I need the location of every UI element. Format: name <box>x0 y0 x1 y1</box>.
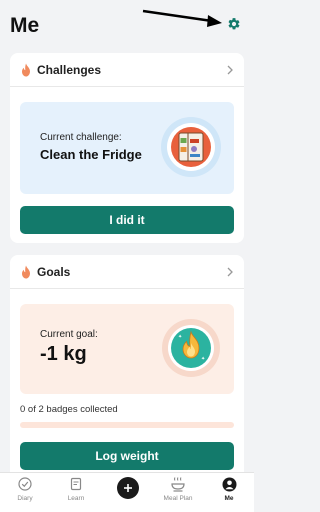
nav-me[interactable]: Me <box>209 476 249 510</box>
goals-header[interactable]: Goals <box>10 255 244 289</box>
nav-learn[interactable]: Learn <box>56 476 96 510</box>
current-challenge-label: Current challenge: <box>40 132 122 143</box>
challenges-title: Challenges <box>37 62 102 77</box>
current-challenge-value: Clean the Fridge <box>40 147 142 162</box>
add-button[interactable] <box>117 477 139 499</box>
nav-label-meal-plan: Meal Plan <box>163 495 193 502</box>
nav-label-diary: Diary <box>17 495 33 502</box>
goals-title: Goals <box>37 264 71 279</box>
settings-button[interactable] <box>224 14 244 34</box>
fridge-icon <box>160 116 222 178</box>
nav-label-learn: Learn <box>67 495 85 502</box>
goals-card: Goals Current goal: -1 kg ✦ ✦ 0 of 2 bad… <box>10 255 244 485</box>
nav-label-me: Me <box>224 495 234 502</box>
diary-check-icon <box>17 476 33 492</box>
svg-text:✦: ✦ <box>201 356 205 362</box>
page-title: Me <box>10 14 40 37</box>
header: Me <box>0 0 254 50</box>
svg-text:✦: ✦ <box>178 334 182 340</box>
current-goal-label: Current goal: <box>40 329 98 340</box>
challenges-card: Challenges Current challenge: Clean the … <box>10 53 244 243</box>
current-goal-value: -1 kg <box>40 343 87 365</box>
chevron-right-icon <box>227 267 233 276</box>
meal-plan-icon <box>170 476 186 492</box>
i-did-it-button[interactable]: I did it <box>20 206 234 234</box>
badges-progress-text: 0 of 2 badges collected <box>20 404 118 415</box>
goal-panel: Current goal: -1 kg ✦ ✦ <box>20 304 234 394</box>
chevron-right-icon <box>227 65 233 74</box>
challenge-panel: Current challenge: Clean the Fridge <box>20 102 234 194</box>
profile-icon <box>221 476 237 492</box>
badges-progress-bar <box>20 422 234 428</box>
flame-icon <box>22 63 30 76</box>
add-icon <box>124 484 132 492</box>
nav-meal-plan[interactable]: Meal Plan <box>158 476 198 510</box>
arrow-icon <box>142 9 222 27</box>
flame-badge-icon: ✦ ✦ <box>161 318 221 378</box>
flame-icon <box>22 265 30 278</box>
nav-diary[interactable]: Diary <box>5 476 45 510</box>
learn-book-icon <box>68 476 84 492</box>
gear-icon <box>228 18 240 30</box>
challenges-header[interactable]: Challenges <box>10 53 244 87</box>
bottom-nav: Diary Learn Meal Plan Me <box>0 472 254 512</box>
log-weight-button[interactable]: Log weight <box>20 442 234 470</box>
